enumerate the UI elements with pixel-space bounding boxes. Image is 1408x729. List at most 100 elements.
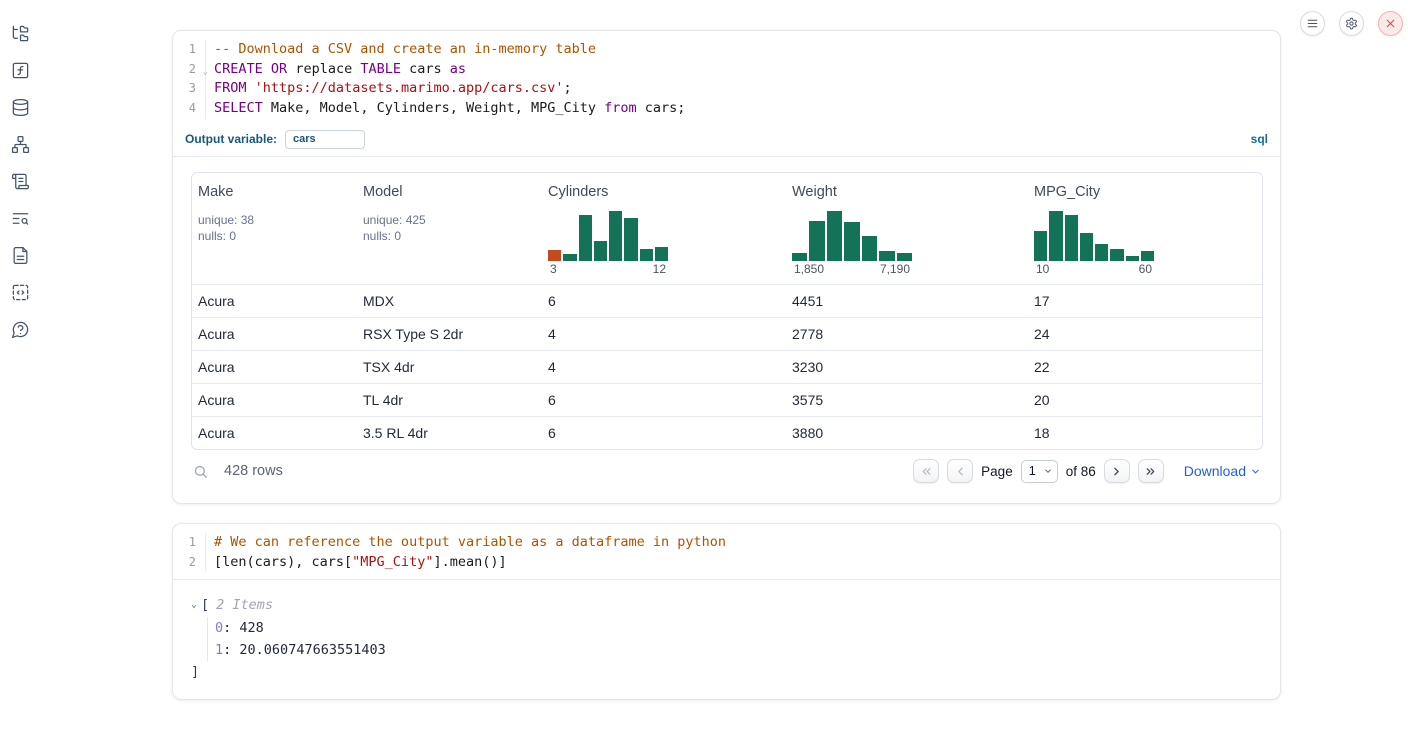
code-text: [len(cars), cars["MPG_City"].mean()] <box>206 553 507 573</box>
column-header[interactable]: Modelunique: 425nulls: 0 <box>357 173 542 284</box>
code-line[interactable]: 2[len(cars), cars["MPG_City"].mean()] <box>173 553 1280 573</box>
histogram-bar[interactable] <box>844 222 859 261</box>
histogram-bar[interactable] <box>1095 244 1108 261</box>
table-cell: Acura <box>192 392 357 408</box>
shutdown-button[interactable] <box>1378 11 1403 36</box>
sql-code-editor[interactable]: 1-- Download a CSV and create an in-memo… <box>173 31 1280 126</box>
code-text: # We can reference the output variable a… <box>206 533 726 553</box>
tree-entry[interactable]: 0: 428 <box>215 617 1262 639</box>
histogram-bar[interactable] <box>1049 211 1062 261</box>
histogram-bar[interactable] <box>609 211 622 261</box>
dependency-graph-icon[interactable] <box>10 134 30 154</box>
table-row[interactable]: AcuraTSX 4dr4323022 <box>192 350 1262 383</box>
settings-button[interactable] <box>1339 11 1364 36</box>
logs-icon[interactable] <box>10 208 30 228</box>
help-icon[interactable] <box>10 319 30 339</box>
histogram-bar[interactable] <box>862 236 877 261</box>
table-cell: 2778 <box>786 326 1028 342</box>
column-header[interactable]: Cylinders 312 <box>542 173 786 284</box>
code-line[interactable]: 1-- Download a CSV and create an in-memo… <box>173 40 1280 60</box>
column-header[interactable]: Makeunique: 38nulls: 0 <box>192 173 357 284</box>
download-label: Download <box>1184 463 1246 479</box>
menu-button[interactable] <box>1300 11 1325 36</box>
code-line[interactable]: 1# We can reference the output variable … <box>173 533 1280 553</box>
table-row[interactable]: Acura3.5 RL 4dr6388018 <box>192 416 1262 449</box>
python-code-editor[interactable]: 1# We can reference the output variable … <box>173 524 1280 580</box>
column-header[interactable]: MPG_City1060 <box>1028 173 1260 284</box>
column-histogram[interactable]: 312 <box>548 209 668 276</box>
histogram-bar[interactable] <box>879 251 894 261</box>
table-cell: 4451 <box>786 293 1028 309</box>
histogram-bar[interactable] <box>1141 251 1154 261</box>
axis-min-label: 1,850 <box>794 262 824 276</box>
menu-icon <box>1306 17 1319 30</box>
function-icon[interactable] <box>10 60 30 80</box>
table-cell: 22 <box>1028 359 1260 375</box>
table-cell: 6 <box>542 392 786 408</box>
table-row[interactable]: AcuraRSX Type S 2dr4277824 <box>192 317 1262 350</box>
row-count-label: 428 rows <box>224 463 283 479</box>
next-page-button[interactable] <box>1104 459 1130 483</box>
table-footer: 428 rows Page 1 of 86 <box>191 455 1263 488</box>
tree-items-count: 2 Items <box>216 594 273 616</box>
snippets-icon[interactable] <box>10 282 30 302</box>
page-select[interactable]: 1 <box>1021 460 1058 483</box>
pagination: Page 1 of 86 Download <box>913 459 1261 483</box>
table-row[interactable]: AcuraTL 4dr6357520 <box>192 383 1262 416</box>
column-header[interactable]: Weight1,8507,190 <box>786 173 1028 284</box>
histogram-axis-labels: 1060 <box>1034 262 1154 276</box>
documentation-icon[interactable] <box>10 245 30 265</box>
code-line[interactable]: 3FROM 'https://datasets.marimo.app/cars.… <box>173 79 1280 99</box>
table-row[interactable]: AcuraMDX6445117 <box>192 284 1262 317</box>
last-page-button[interactable] <box>1138 459 1164 483</box>
line-number: 1 <box>173 533 206 553</box>
column-histogram[interactable]: 1,8507,190 <box>792 209 912 276</box>
table-header: Makeunique: 38nulls: 0Modelunique: 425nu… <box>192 173 1262 284</box>
output-variable-input[interactable] <box>285 130 365 149</box>
histogram-bar[interactable] <box>624 218 637 261</box>
table-body: AcuraMDX6445117AcuraRSX Type S 2dr427782… <box>192 284 1262 449</box>
database-icon[interactable] <box>10 97 30 117</box>
first-page-button[interactable] <box>913 459 939 483</box>
histogram-bar[interactable] <box>594 241 607 261</box>
histogram-bar[interactable] <box>655 247 668 261</box>
table-cell: 6 <box>542 293 786 309</box>
previous-page-button[interactable] <box>947 459 973 483</box>
search-icon[interactable] <box>193 464 208 479</box>
histogram-bar[interactable] <box>1080 233 1093 261</box>
code-text: -- Download a CSV and create an in-memor… <box>206 40 596 60</box>
sql-cell: 1-- Download a CSV and create an in-memo… <box>172 30 1281 504</box>
tree-entry[interactable]: 1: 20.060747663551403 <box>215 639 1262 661</box>
table-cell: Acura <box>192 326 357 342</box>
histogram-bar[interactable] <box>1034 231 1047 261</box>
histogram-bar[interactable] <box>579 215 592 261</box>
histogram-bar[interactable] <box>548 250 561 261</box>
scratchpad-icon[interactable] <box>10 171 30 191</box>
histogram-axis-labels: 1,8507,190 <box>792 262 912 276</box>
collapse-chevron-icon[interactable]: ⌄ <box>191 594 197 616</box>
histogram-bar[interactable] <box>792 253 807 261</box>
histogram-bar[interactable] <box>827 211 842 261</box>
page-select-value: 1 <box>1029 464 1036 478</box>
sidebar <box>0 0 40 729</box>
histogram-bar[interactable] <box>809 221 824 261</box>
code-line[interactable]: 4SELECT Make, Model, Cylinders, Weight, … <box>173 99 1280 119</box>
histogram-bar[interactable] <box>563 254 576 261</box>
close-icon <box>1384 17 1397 30</box>
code-line[interactable]: 2⌄CREATE OR replace TABLE cars as <box>173 60 1280 80</box>
table-cell: TSX 4dr <box>357 359 542 375</box>
tree-entry-colon: : <box>223 642 231 658</box>
column-name: Cylinders <box>548 184 780 200</box>
histogram-bar[interactable] <box>1110 249 1123 261</box>
column-histogram[interactable]: 1060 <box>1034 209 1154 276</box>
download-button[interactable]: Download <box>1184 463 1261 479</box>
histogram-bar[interactable] <box>1126 256 1139 261</box>
line-number: 1 <box>173 40 206 60</box>
histogram-bar[interactable] <box>1065 215 1078 261</box>
data-table: Makeunique: 38nulls: 0Modelunique: 425nu… <box>191 172 1263 450</box>
axis-max-label: 60 <box>1139 262 1152 276</box>
histogram-bar[interactable] <box>640 249 653 261</box>
table-cell: 3230 <box>786 359 1028 375</box>
histogram-bar[interactable] <box>897 253 912 261</box>
file-tree-icon[interactable] <box>10 23 30 43</box>
